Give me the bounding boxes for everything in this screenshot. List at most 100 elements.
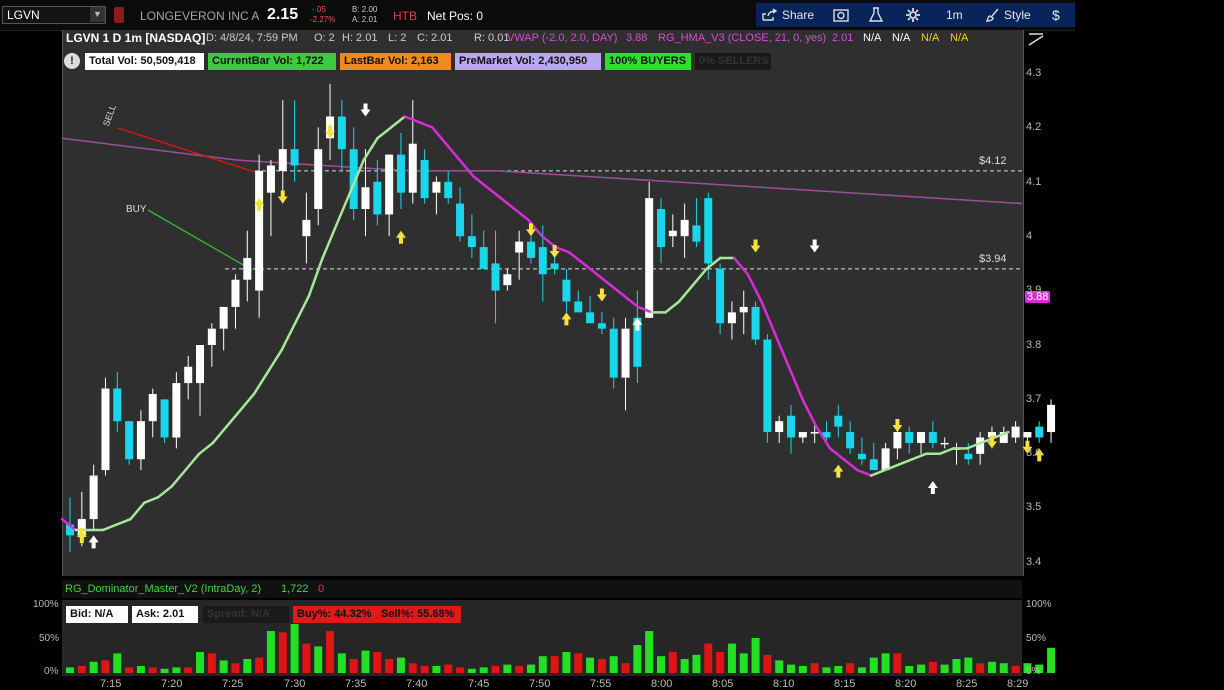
volume-bar [893,653,902,673]
time-tick: 7:25 [222,678,244,690]
hma-line [184,452,201,472]
na-value-1: N/A [863,32,882,44]
hma-line [307,256,324,298]
price-tick: 4 [1026,230,1033,242]
volume-bar [326,631,335,673]
candle-body [278,149,287,171]
candle-body [432,181,441,193]
drawing-tools-button[interactable] [1027,31,1045,52]
candle-body [834,415,843,427]
sell-arrow-line [117,127,259,174]
volume-bar [597,659,606,673]
candle-body [456,203,465,237]
candle-body [219,306,228,329]
current-bar-volume-chip: CurrentBar Vol: 1,722 [208,53,336,70]
premarket-volume-chip: PreMarket Vol: 2,430,950 [455,53,601,70]
volume-bar [999,663,1008,673]
candle-body [266,165,275,193]
price-tick: 3.6 [1026,447,1042,459]
white-down-arrow [809,239,820,253]
time-tick: 8:25 [956,678,978,690]
hma-line [485,185,503,200]
hma-line [444,142,461,162]
hma-line [513,207,530,222]
hma-study-label[interactable]: RG_HMA_V3 (CLOSE, 21, 0, yes) [658,32,826,44]
info-icon[interactable]: ! [64,53,80,69]
volume-bar [503,664,512,673]
candle-body [562,279,571,302]
hma-line [472,175,489,189]
lower-study-label[interactable]: RG_Dominator_Master_V2 (IntraDay, 2) [65,583,261,595]
candle-body [125,421,134,460]
volume-bar [432,666,441,673]
time-tick: 7:55 [590,678,612,690]
hma-line [129,501,146,521]
volume-bar [987,661,996,673]
hma-line [623,294,640,309]
hma-line [376,126,393,140]
volume-bar [633,645,642,673]
candle-body [621,328,630,378]
candle-body [857,453,866,460]
volume-bar [621,663,630,673]
candle-body [787,415,796,438]
total-volume-chip: Total Vol: 50,509,418 [85,53,204,70]
volume-bar [160,668,169,673]
candle-body [113,388,122,422]
volume-bar [739,653,748,673]
volume-bar [976,663,985,673]
candle-body [574,301,583,313]
volume-bar [526,664,535,673]
volume-bar [219,660,228,673]
volume-bar [467,668,476,673]
hma-line [266,349,283,374]
candle-body [243,257,252,280]
candle-body [1011,426,1020,438]
candle-body [1035,426,1044,438]
volume-bar [668,652,677,673]
spread-chip: Spread: N/A [203,606,289,623]
volume-bar [385,659,394,673]
candle-body [408,143,417,193]
volume-bar [857,667,866,673]
candle-body [775,421,784,433]
time-tick: 8:10 [773,678,795,690]
white-up-arrow [88,535,99,549]
hma-line [115,517,132,526]
candle-body [136,421,145,460]
volume-bar [940,664,949,673]
candle-body [255,170,264,291]
hma-line [239,392,256,412]
time-tick: 7:30 [284,678,306,690]
volume-bar [704,643,713,673]
sell-pct-chip: Sell%: 55.68% [377,606,461,623]
hma-line [828,447,845,461]
lower-study-header: RG_Dominator_Master_V2 (IntraDay, 2) 1,7… [62,580,1022,598]
candle-body [810,432,819,434]
hma-line [609,283,626,298]
price-tick: 3.7 [1026,393,1042,405]
drawing-line-icon [1028,33,1044,46]
volume-bar [716,652,725,673]
hma-line [156,485,173,499]
buy-annotation[interactable]: BUY [126,204,147,215]
candle-body [420,160,429,199]
vwap-study-label[interactable]: VWAP (-2.0, 2.0, DAY) [507,32,617,44]
candle-body [1023,432,1032,438]
volume-bar [905,666,914,673]
candle-body [467,236,476,248]
hma-line [856,468,873,477]
candle-body [550,263,559,269]
volume-bar [928,661,937,673]
lower-axis-100-left: 100% [33,599,59,610]
hma-line [211,425,228,445]
hma-line [170,468,187,488]
level-label-high: $4.12 [979,155,1007,167]
candle-body [337,116,346,150]
candle-body [207,328,216,345]
volume-bar [278,632,287,673]
candle-body [396,154,405,193]
bar-high: H: 2.01 [342,32,378,44]
candle-body [1047,404,1056,433]
candle-body [361,187,370,209]
